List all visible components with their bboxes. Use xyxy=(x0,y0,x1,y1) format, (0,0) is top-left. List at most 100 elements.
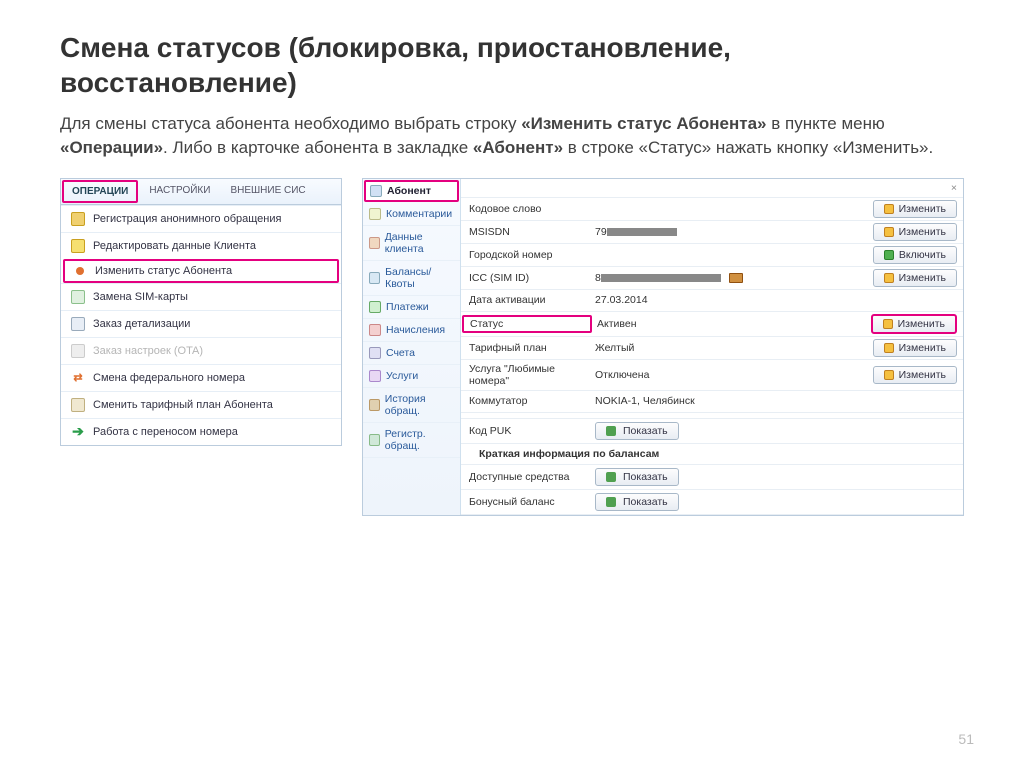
balances-header: Краткая информация по балансам xyxy=(461,444,963,465)
row-value: Отключена xyxy=(591,366,855,384)
row-value: 79 xyxy=(591,223,855,241)
ops-item-label: Заказ настроек (OTA) xyxy=(93,345,203,357)
sidebar-item[interactable]: Услуги xyxy=(363,365,460,388)
table-row: Кодовое слово Изменить xyxy=(461,198,963,221)
row-label: Кодовое слово xyxy=(461,200,591,218)
sidebar-item[interactable]: Абонент xyxy=(364,180,459,202)
table-row: Тарифный планЖелтыйИзменить xyxy=(461,337,963,360)
calc-icon xyxy=(71,317,85,331)
ops-item: Заказ настроек (OTA) xyxy=(61,337,341,364)
pencil-icon xyxy=(884,204,894,214)
pencil-icon xyxy=(884,227,894,237)
table-row: Дата активации27.03.2014 xyxy=(461,290,963,312)
row-label: Тарифный план xyxy=(461,339,591,357)
table-row: Городской номер Включить xyxy=(461,244,963,267)
book-icon[interactable] xyxy=(729,273,743,283)
row-label: Городской номер xyxy=(461,246,591,264)
cards-icon xyxy=(71,398,85,412)
dot-icon xyxy=(606,497,616,507)
ops-item[interactable]: Изменить статус Абонента xyxy=(63,259,339,283)
sidebar-item[interactable]: Платежи xyxy=(363,296,460,319)
row-value xyxy=(591,206,855,212)
hist-icon xyxy=(369,399,380,411)
row-value: Активен xyxy=(593,315,855,333)
operations-panel: ОПЕРАЦИИ НАСТРОЙКИ ВНЕШНИЕ СИС Регистрац… xyxy=(60,178,342,446)
dot-icon xyxy=(606,426,616,436)
table-row: ICC (SIM ID)8 Изменить xyxy=(461,267,963,290)
row-label: Статус xyxy=(462,315,592,333)
ops-item[interactable]: Редактировать данные Клиента xyxy=(61,232,341,259)
sidebar-item[interactable]: Данные клиента xyxy=(363,226,460,261)
ops-item[interactable]: Сменить тарифный план Абонента xyxy=(61,391,341,418)
reg-icon xyxy=(369,434,380,446)
row-label: ICC (SIM ID) xyxy=(461,269,591,287)
sidebar-item[interactable]: Балансы/Квоты xyxy=(363,261,460,296)
table-row: Доступные средстваПоказать xyxy=(461,465,963,490)
instruction-text: Для смены статуса абонента необходимо вы… xyxy=(60,112,964,160)
pencil-icon xyxy=(883,319,893,329)
sidebar-item[interactable]: Начисления xyxy=(363,319,460,342)
charge-icon xyxy=(369,324,381,336)
tab-operations[interactable]: ОПЕРАЦИИ xyxy=(62,180,138,203)
ops-item-label: Изменить статус Абонента xyxy=(95,265,232,277)
swap-icon: ⇄ xyxy=(71,371,85,385)
pencil-icon xyxy=(884,370,894,380)
bill-icon xyxy=(369,347,381,359)
close-icon[interactable]: × xyxy=(945,179,963,197)
sidebar-item[interactable]: Регистр. обращ. xyxy=(363,423,460,458)
subscriber-card: АбонентКомментарииДанные клиентаБалансы/… xyxy=(362,178,964,516)
plus-icon xyxy=(884,250,894,260)
page-number: 51 xyxy=(958,731,974,747)
edit-button[interactable]: Изменить xyxy=(873,366,957,384)
row-value: 8 xyxy=(591,269,855,287)
table-row: Услуга "Любимые номера"Отключена Изменить xyxy=(461,360,963,391)
ops-item[interactable]: Заказ детализации xyxy=(61,310,341,337)
show-puk-button[interactable]: Показать xyxy=(595,422,679,440)
sidebar-item[interactable]: История обращ. xyxy=(363,388,460,423)
table-row: MSISDN79 Изменить xyxy=(461,221,963,244)
masked-value xyxy=(607,228,677,236)
ops-item-label: Сменить тарифный план Абонента xyxy=(93,399,273,411)
edit-icon xyxy=(71,239,85,253)
ops-item-label: Заказ детализации xyxy=(93,318,190,330)
row-puk: Код PUK Показать xyxy=(461,419,963,444)
page-title: Смена статусов (блокировка, приостановле… xyxy=(60,30,964,100)
tab-settings[interactable]: НАСТРОЙКИ xyxy=(139,179,220,204)
edit-button[interactable]: Изменить xyxy=(871,314,957,334)
ops-item-label: Регистрация анонимного обращения xyxy=(93,213,281,225)
row-value: NOKIA-1, Челябинск xyxy=(591,392,855,410)
row-label: Коммутатор xyxy=(461,392,591,410)
pay-icon xyxy=(369,301,381,313)
sidebar-item[interactable]: Счета xyxy=(363,342,460,365)
row-label: MSISDN xyxy=(461,223,591,241)
show-button[interactable]: Показать xyxy=(595,493,679,511)
ops-item[interactable]: Регистрация анонимного обращения xyxy=(61,205,341,232)
row-label: Доступные средства xyxy=(461,468,591,486)
dot-icon xyxy=(606,472,616,482)
pencil-icon xyxy=(884,273,894,283)
serv-icon xyxy=(369,370,381,382)
ops-item[interactable]: Замена SIM-карты xyxy=(61,283,341,310)
row-label: Бонусный баланс xyxy=(461,493,591,511)
edit-button[interactable]: Изменить xyxy=(873,200,957,218)
row-value: 27.03.2014 xyxy=(591,291,855,309)
tab-external[interactable]: ВНЕШНИЕ СИС xyxy=(220,179,315,204)
pencil-icon xyxy=(884,343,894,353)
bal-icon xyxy=(369,272,380,284)
row-value xyxy=(591,252,855,258)
edit-button[interactable]: Изменить xyxy=(873,339,957,357)
data-icon xyxy=(369,237,380,249)
edit-button[interactable]: Изменить xyxy=(873,223,957,241)
enable-button[interactable]: Включить xyxy=(873,246,957,264)
doc-icon xyxy=(71,212,85,226)
sim-icon xyxy=(71,290,85,304)
row-label: Услуга "Любимые номера" xyxy=(461,360,591,390)
ops-item-label: Замена SIM-карты xyxy=(93,291,188,303)
show-button[interactable]: Показать xyxy=(595,468,679,486)
edit-button[interactable]: Изменить xyxy=(873,269,957,287)
grey-icon xyxy=(71,344,85,358)
ops-item[interactable]: ➔Работа с переносом номера xyxy=(61,418,341,445)
ops-item[interactable]: ⇄Смена федерального номера xyxy=(61,364,341,391)
row-label: Дата активации xyxy=(461,291,591,309)
sidebar-item[interactable]: Комментарии xyxy=(363,203,460,226)
